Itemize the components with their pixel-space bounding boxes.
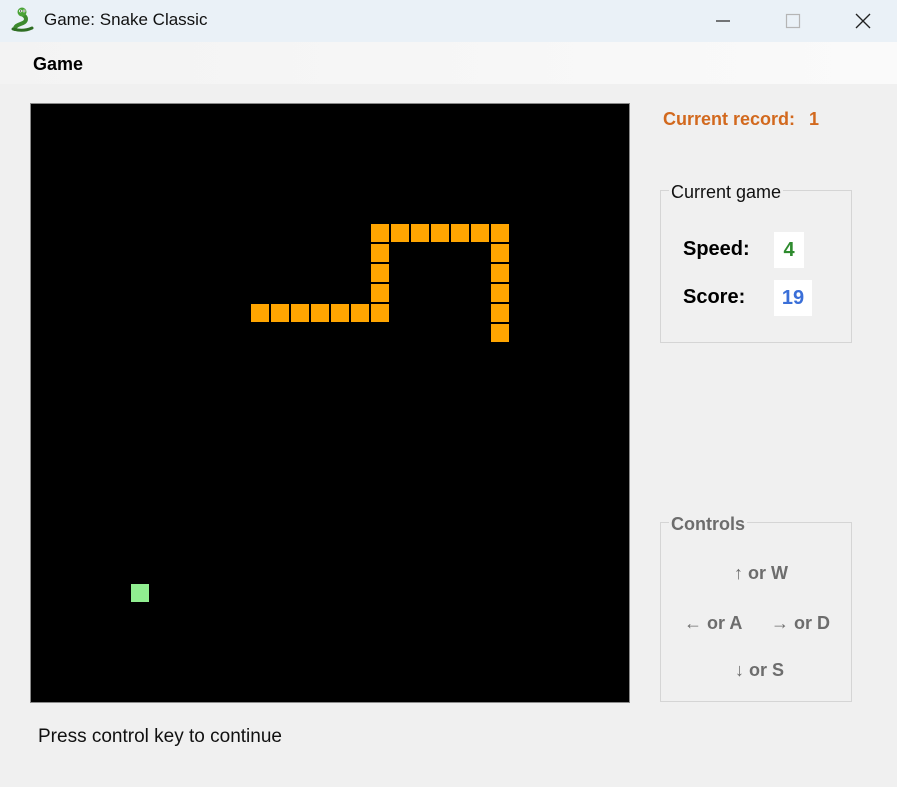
maximize-button[interactable]	[770, 0, 816, 42]
snake-segment	[491, 244, 509, 262]
title-bar[interactable]: Game: Snake Classic	[0, 0, 897, 42]
snake-segment	[491, 264, 509, 282]
score-value: 19	[774, 280, 812, 316]
controls-legend: Controls	[669, 514, 747, 535]
control-down-hint: ↓ or S	[735, 660, 785, 680]
snake-segment	[491, 284, 509, 302]
snake-icon	[11, 7, 34, 32]
close-icon	[855, 13, 871, 29]
snake-segment	[271, 304, 289, 322]
speed-value: 4	[774, 232, 804, 268]
control-left-hint: ← or A	[684, 613, 743, 633]
snake-segment	[331, 304, 349, 322]
record-label: Current record:	[663, 109, 796, 129]
score-label: Score:	[683, 286, 746, 308]
close-button[interactable]	[840, 0, 886, 42]
game-board[interactable]	[30, 103, 630, 703]
minimize-icon	[716, 20, 730, 22]
snake-segment	[391, 224, 409, 242]
snake-segment	[371, 284, 389, 302]
control-right-hint: → or D	[771, 613, 831, 633]
window-title: Game: Snake Classic	[44, 10, 208, 29]
snake-segment	[491, 324, 509, 342]
controls-group: Controls ↑ or W ← or A → or D ↓ or S	[660, 514, 852, 702]
snake-segment	[351, 304, 369, 322]
status-message: Press control key to continue	[38, 726, 282, 747]
snake-segment	[491, 304, 509, 322]
snake-segment	[311, 304, 329, 322]
menu-game[interactable]: Game	[33, 54, 83, 75]
snake-segment	[371, 304, 389, 322]
snake-segment	[471, 224, 489, 242]
control-up-hint: ↑ or W	[734, 563, 788, 583]
snake-segment	[371, 224, 389, 242]
snake-segment	[371, 244, 389, 262]
snake-segment	[411, 224, 429, 242]
speed-label: Speed:	[683, 238, 750, 260]
snake-segment	[251, 304, 269, 322]
minimize-button[interactable]	[700, 0, 746, 42]
main-window: Game: Snake Classic Game Current record:…	[0, 0, 897, 787]
snake-segment	[371, 264, 389, 282]
record-value: 1	[809, 109, 820, 129]
snake-segment	[491, 224, 509, 242]
current-game-legend: Current game	[669, 182, 784, 203]
food-item	[131, 584, 149, 602]
snake-segment	[431, 224, 449, 242]
snake-segment	[291, 304, 309, 322]
snake-segment	[451, 224, 469, 242]
current-record: Current record: 1	[663, 109, 819, 130]
current-game-group: Current game Speed: 4 Score: 19	[660, 182, 852, 343]
maximize-icon	[785, 13, 801, 29]
menu-bar: Game	[0, 42, 897, 84]
